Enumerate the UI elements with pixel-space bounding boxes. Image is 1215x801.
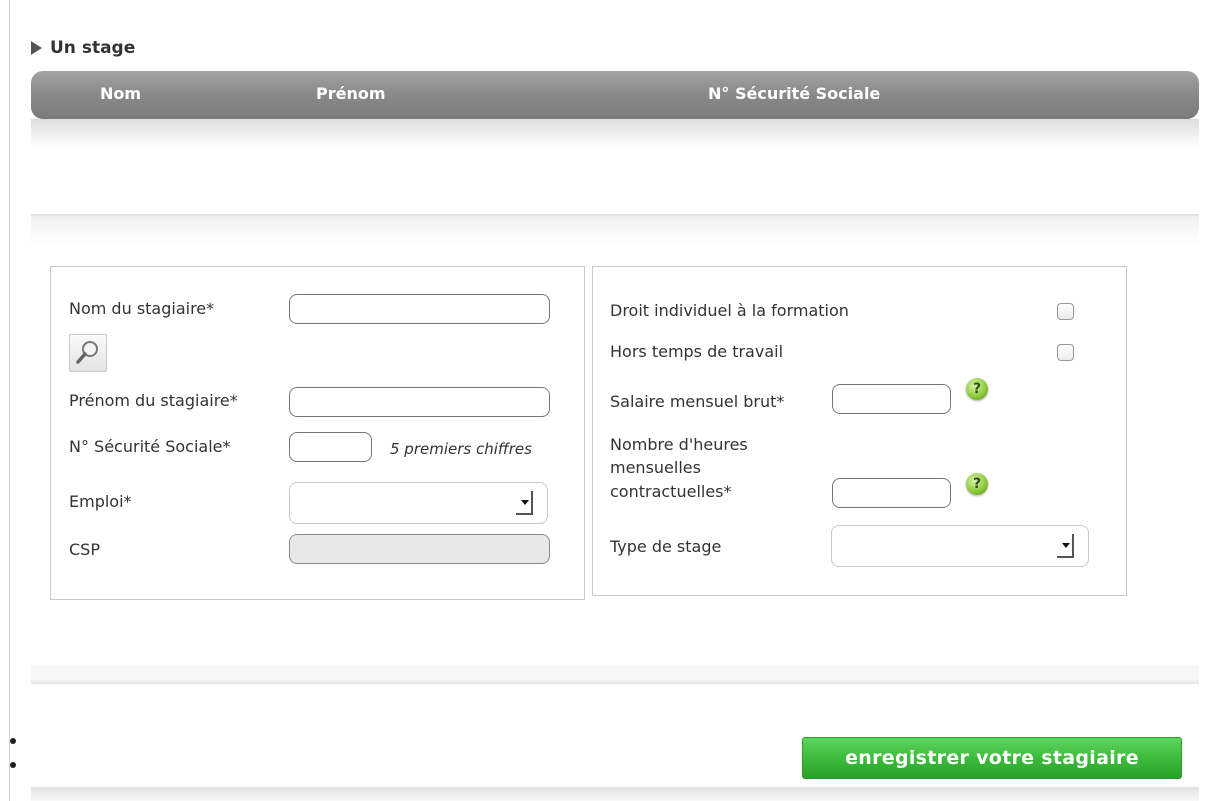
nss-hint: 5 premiers chiffres (390, 440, 532, 458)
emploi-label: Emploi* (69, 492, 132, 511)
section-header[interactable]: Un stage (31, 37, 135, 59)
dif-checkbox[interactable] (1057, 303, 1074, 320)
column-header-nom[interactable]: Nom (100, 84, 141, 103)
footer-band (31, 787, 1199, 801)
heures-input[interactable] (832, 478, 951, 508)
table-header: Nom Prénom N° Sécurité Sociale (31, 71, 1199, 119)
nom-input[interactable] (289, 294, 550, 324)
table-body-empty (31, 119, 1199, 147)
htt-checkbox[interactable] (1057, 344, 1074, 361)
nss-label: N° Sécurité Sociale* (69, 437, 231, 456)
heures-label-line-3: contractuelles* (610, 482, 732, 501)
htt-label: Hors temps de travail (610, 342, 784, 361)
dropdown-arrow-icon[interactable] (1057, 534, 1074, 558)
section-title: Un stage (50, 38, 136, 58)
heures-label-line-2: mensuelles (610, 458, 701, 477)
prenom-input[interactable] (289, 387, 550, 417)
csp-label: CSP (69, 540, 100, 559)
expand-triangle-icon[interactable] (31, 41, 42, 55)
prenom-label: Prénom du stagiaire* (69, 391, 238, 410)
column-header-nss[interactable]: N° Sécurité Sociale (708, 84, 880, 103)
salaire-label: Salaire mensuel brut* (610, 392, 785, 411)
question-help-icon[interactable]: ? (966, 473, 988, 495)
csp-input (289, 534, 550, 564)
save-trainee-button[interactable]: enregistrer votre stagiaire (802, 737, 1182, 779)
lookup-button[interactable] (69, 334, 107, 372)
column-header-prenom[interactable]: Prénom (316, 84, 386, 103)
left-border-rule (9, 0, 10, 801)
nom-label: Nom du stagiaire* (69, 299, 215, 318)
question-help-icon[interactable]: ? (966, 378, 988, 400)
type-stage-select[interactable] (831, 525, 1089, 567)
divider-band (31, 214, 1199, 248)
divider-band (31, 666, 1199, 684)
emploi-select[interactable] (289, 482, 548, 524)
bullet-dot (10, 762, 16, 768)
dropdown-arrow-icon[interactable] (516, 491, 533, 515)
dif-label: Droit individuel à la formation (610, 301, 849, 320)
magnifier-icon (76, 341, 98, 364)
nss-input[interactable] (289, 432, 372, 462)
type-stage-label: Type de stage (610, 537, 722, 556)
bullet-dot (10, 738, 16, 744)
salaire-input[interactable] (832, 384, 951, 414)
heures-label-line-1: Nombre d'heures (610, 435, 748, 454)
